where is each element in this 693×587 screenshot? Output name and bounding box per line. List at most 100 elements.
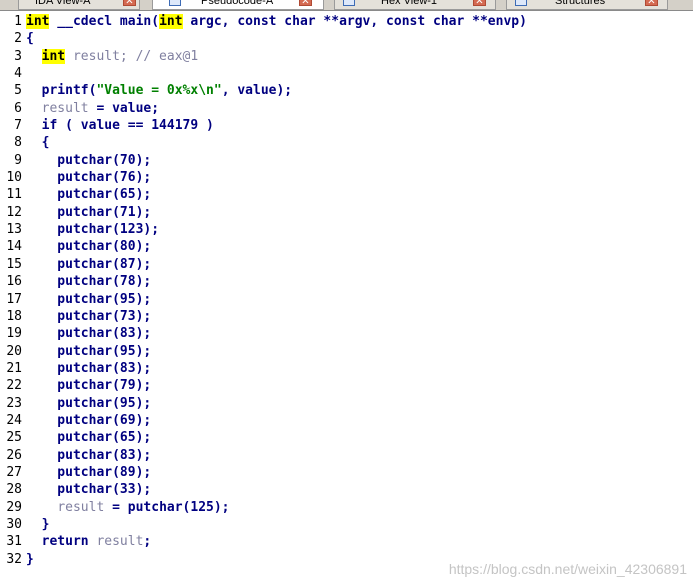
line-number: 7 — [14, 118, 22, 134]
code-line[interactable]: 20 putchar(95); — [0, 343, 693, 360]
code-line[interactable]: 9 putchar(70); — [0, 152, 693, 169]
code-line[interactable]: 23 putchar(95); — [0, 395, 693, 412]
close-icon[interactable]: ✕ — [299, 0, 312, 7]
line-number: 21 — [6, 360, 22, 376]
code-text: printf("Value = 0x%x\n", value); — [26, 83, 293, 99]
code-text: putchar(83); — [26, 360, 152, 376]
line-number: 20 — [6, 343, 22, 359]
code-line[interactable]: 2{ — [0, 30, 693, 47]
code-text: putchar(78); — [26, 274, 152, 290]
line-number: 29 — [6, 499, 22, 515]
line-number: 27 — [6, 464, 22, 480]
code-line[interactable]: 28 putchar(33); — [0, 481, 693, 498]
code-text: putchar(95); — [26, 395, 152, 411]
tab-structures[interactable]: Structures ✕ — [506, 0, 668, 10]
code-text: result = value; — [41, 100, 160, 116]
code-line[interactable]: 31 return result; — [0, 533, 693, 550]
code-line[interactable]: 29 result = putchar(125); — [0, 499, 693, 516]
code-line[interactable]: 17 putchar(95); — [0, 291, 693, 308]
code-text: } — [26, 551, 34, 567]
code-text: putchar(95); — [26, 343, 152, 359]
code-text: putchar(65); — [26, 430, 152, 446]
code-text: putchar(73); — [26, 308, 152, 324]
code-line[interactable]: 26 putchar(83); — [0, 447, 693, 464]
code-text: result = putchar(125); — [57, 499, 230, 515]
code-line[interactable]: 13 putchar(123); — [0, 221, 693, 238]
code-text: putchar(80); — [26, 239, 152, 255]
line-number: 19 — [6, 326, 22, 342]
line-number: 1 — [14, 14, 22, 29]
code-line[interactable]: 4 — [0, 65, 693, 82]
code-line[interactable]: 1 int __cdecl main(int argc, const char *… — [0, 13, 693, 30]
code-line[interactable]: 25 putchar(65); — [0, 429, 693, 446]
line-number: 9 — [14, 152, 22, 168]
code-line[interactable]: 7 if ( value == 144179 ) — [0, 117, 693, 134]
line-number: 26 — [6, 447, 22, 463]
code-line[interactable]: 15 putchar(87); — [0, 256, 693, 273]
line-number: 22 — [6, 378, 22, 394]
line-number: 23 — [6, 395, 22, 411]
code-line[interactable]: 19 putchar(83); — [0, 325, 693, 342]
line-number: 31 — [6, 534, 22, 550]
tab-ida-view[interactable]: IDA View-A ✕ — [18, 0, 140, 10]
code-text: putchar(87); — [26, 256, 152, 272]
document-icon — [515, 0, 527, 6]
pseudocode-view[interactable]: 1 int __cdecl main(int argc, const char *… — [0, 13, 693, 568]
tab-label: IDA View-A — [35, 0, 91, 7]
code-text: putchar(69); — [26, 412, 152, 428]
tab-pseudocode[interactable]: Pseudocode-A ✕ — [152, 0, 324, 10]
code-line[interactable]: 8 { — [0, 134, 693, 151]
code-line[interactable]: 6 result = value; — [0, 100, 693, 117]
line-number: 17 — [6, 291, 22, 307]
code-text: putchar(83); — [26, 326, 152, 342]
line-number: 24 — [6, 412, 22, 428]
code-line[interactable]: 30 } — [0, 516, 693, 533]
line-number: 13 — [6, 222, 22, 238]
line-number: 28 — [6, 482, 22, 498]
tab-label: Hex View-1 — [381, 0, 438, 7]
code-text: putchar(33); — [26, 482, 152, 498]
close-icon[interactable]: ✕ — [473, 0, 486, 7]
code-line[interactable]: 3 int result; // eax@1 — [0, 48, 693, 65]
code-line[interactable]: 16 putchar(78); — [0, 273, 693, 290]
code-line[interactable]: 27 putchar(89); — [0, 464, 693, 481]
line-number: 30 — [6, 516, 22, 532]
code-text: putchar(76); — [26, 170, 152, 186]
code-line[interactable]: 21 putchar(83); — [0, 360, 693, 377]
code-line[interactable]: 12 putchar(71); — [0, 204, 693, 221]
code-text: if ( value == 144179 ) — [26, 118, 214, 134]
code-line[interactable]: 22 putchar(79); — [0, 377, 693, 394]
line-number: 3 — [14, 48, 22, 64]
tab-bar: IDA View-A ✕ Pseudocode-A ✕ Hex View-1 ✕… — [0, 0, 693, 11]
line-number: 16 — [6, 274, 22, 290]
code-text: putchar(70); — [26, 152, 152, 168]
code-text: } — [26, 516, 50, 532]
code-text: putchar(83); — [26, 447, 152, 463]
document-icon — [343, 0, 355, 6]
code-text: int result; // eax@1 — [41, 48, 199, 64]
line-number: 11 — [6, 187, 22, 203]
code-line[interactable]: 5 printf("Value = 0x%x\n", value); — [0, 82, 693, 99]
code-line[interactable]: 18 putchar(73); — [0, 308, 693, 325]
code-text: return result; — [26, 534, 152, 550]
code-line[interactable]: 10 putchar(76); — [0, 169, 693, 186]
tab-label: Pseudocode-A — [201, 0, 274, 7]
line-number: 8 — [14, 135, 22, 151]
code-text: putchar(65); — [26, 187, 152, 203]
line-number: 12 — [6, 204, 22, 220]
code-text: putchar(123); — [26, 222, 160, 238]
line-number: 2 — [14, 31, 22, 47]
code-text: putchar(71); — [26, 204, 152, 220]
line-number: 15 — [6, 256, 22, 272]
code-text: { — [26, 135, 50, 151]
tab-label: Structures — [555, 0, 606, 7]
line-number: 6 — [14, 100, 22, 116]
code-line[interactable]: 11 putchar(65); — [0, 186, 693, 203]
close-icon[interactable]: ✕ — [645, 0, 658, 7]
line-number: 14 — [6, 239, 22, 255]
line-number: 4 — [14, 66, 22, 82]
tab-hex-view[interactable]: Hex View-1 ✕ — [334, 0, 496, 10]
code-line[interactable]: 24 putchar(69); — [0, 412, 693, 429]
close-icon[interactable]: ✕ — [123, 0, 136, 7]
code-line[interactable]: 14 putchar(80); — [0, 238, 693, 255]
